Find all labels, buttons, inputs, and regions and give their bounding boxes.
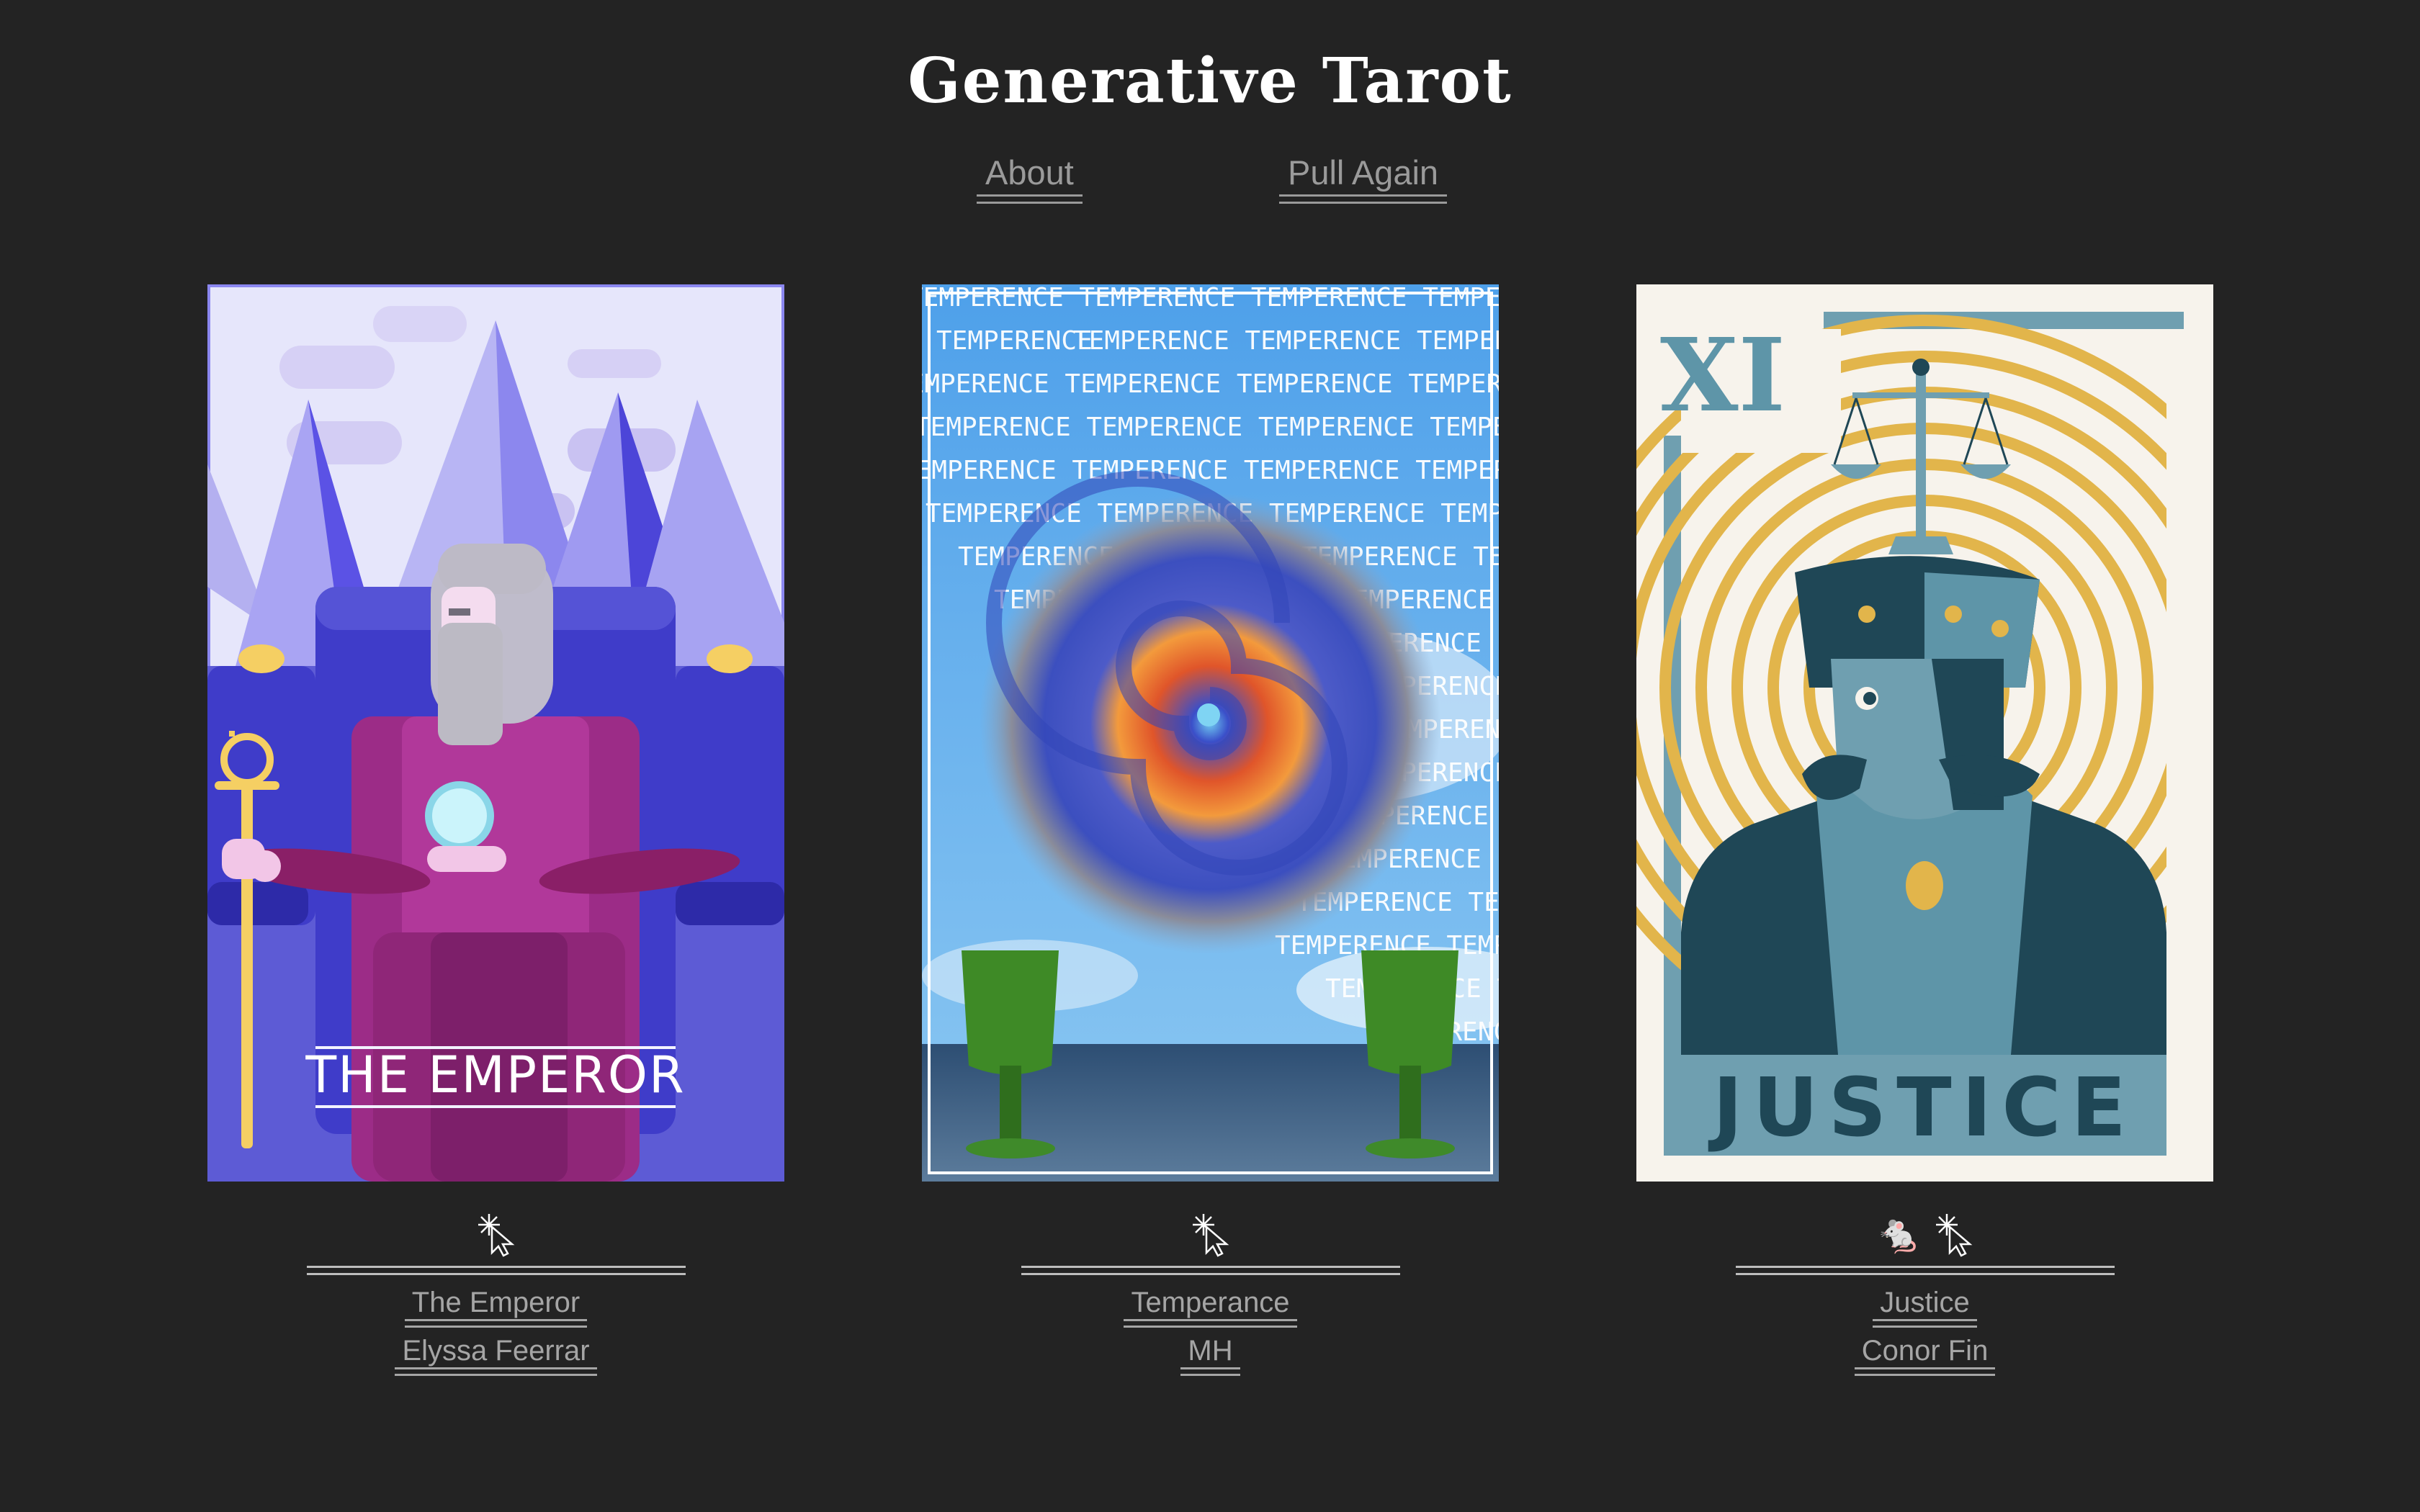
temperance-artwork: TEMPERENCE TEMPERENCE TEMPERENCE TEMPERE…	[922, 284, 1499, 1182]
cursor-sparkle-icon[interactable]	[1934, 1211, 1974, 1257]
card-name-link[interactable]: Justice	[1873, 1287, 1977, 1328]
artist-link[interactable]: MH	[1180, 1335, 1240, 1376]
cursor-sparkle-icon[interactable]	[476, 1211, 516, 1257]
card-meta-temperance: Temperance MH	[922, 1202, 1499, 1376]
svg-text:TEMPERENCE TEMPERENCE TEMPEREN: TEMPERENCE TEMPERENCE TEMPERENCE	[1073, 326, 1499, 356]
page-title: Generative Tarot	[908, 45, 1512, 117]
emperor-artwork: THE EMPEROR	[207, 284, 784, 1182]
temperance-card-text: TEMPERENCE	[936, 326, 1093, 356]
artist-link[interactable]: Conor Fin	[1854, 1335, 1996, 1376]
divider	[1735, 1266, 2115, 1275]
divider	[306, 1266, 686, 1275]
emperor-card-text: THE EMPEROR	[305, 1045, 685, 1104]
card-icons: 🐁	[1636, 1202, 2213, 1260]
justice-numeral: XI	[1660, 317, 1785, 435]
card-image-emperor[interactable]: THE EMPEROR	[207, 284, 784, 1182]
card-image-justice[interactable]: XI JUSTICE	[1636, 284, 2213, 1182]
card-meta-justice: 🐁 Justice Conor Fin	[1636, 1202, 2213, 1376]
pull-again-link[interactable]: Pull Again	[1278, 153, 1448, 204]
svg-text:TEMPERENCE TEMPERENCE TEMPEREN: TEMPERENCE TEMPERENCE TEMPERENCE TEMPERE…	[922, 284, 1499, 312]
svg-text:TEMPERENCE TEMPERENCE TEMPEREN: TEMPERENCE TEMPERENCE TEMPERENCE TEMPERE…	[922, 369, 1499, 399]
svg-text:TEMPERENCE TEMPERENCE TEMPEREN: TEMPERENCE TEMPERENCE TEMPERENCE TEMPERE…	[922, 413, 1499, 442]
justice-artwork: XI JUSTICE	[1636, 284, 2213, 1182]
justice-card-text: JUSTICE	[1708, 1061, 2136, 1155]
artist-link[interactable]: Elyssa Feerrar	[395, 1335, 597, 1376]
card-icons	[207, 1202, 784, 1260]
card-image-temperance[interactable]: TEMPERENCE TEMPERENCE TEMPERENCE TEMPERE…	[922, 284, 1499, 1182]
rat-icon[interactable]: 🐁	[1876, 1205, 1922, 1263]
card-name-link[interactable]: The Emperor	[404, 1287, 588, 1328]
svg-text:TEMPERENCE TEMPERENCE TEMPEREN: TEMPERENCE TEMPERENCE TEMPERENCE TEMPERE…	[922, 456, 1499, 485]
about-link[interactable]: About	[977, 153, 1083, 204]
card-icons	[922, 1202, 1499, 1260]
card-name-link[interactable]: Temperance	[1124, 1287, 1297, 1328]
card-meta-emperor: The Emperor Elyssa Feerrar	[207, 1202, 784, 1376]
cursor-sparkle-icon[interactable]	[1191, 1211, 1231, 1257]
divider	[1021, 1266, 1400, 1275]
